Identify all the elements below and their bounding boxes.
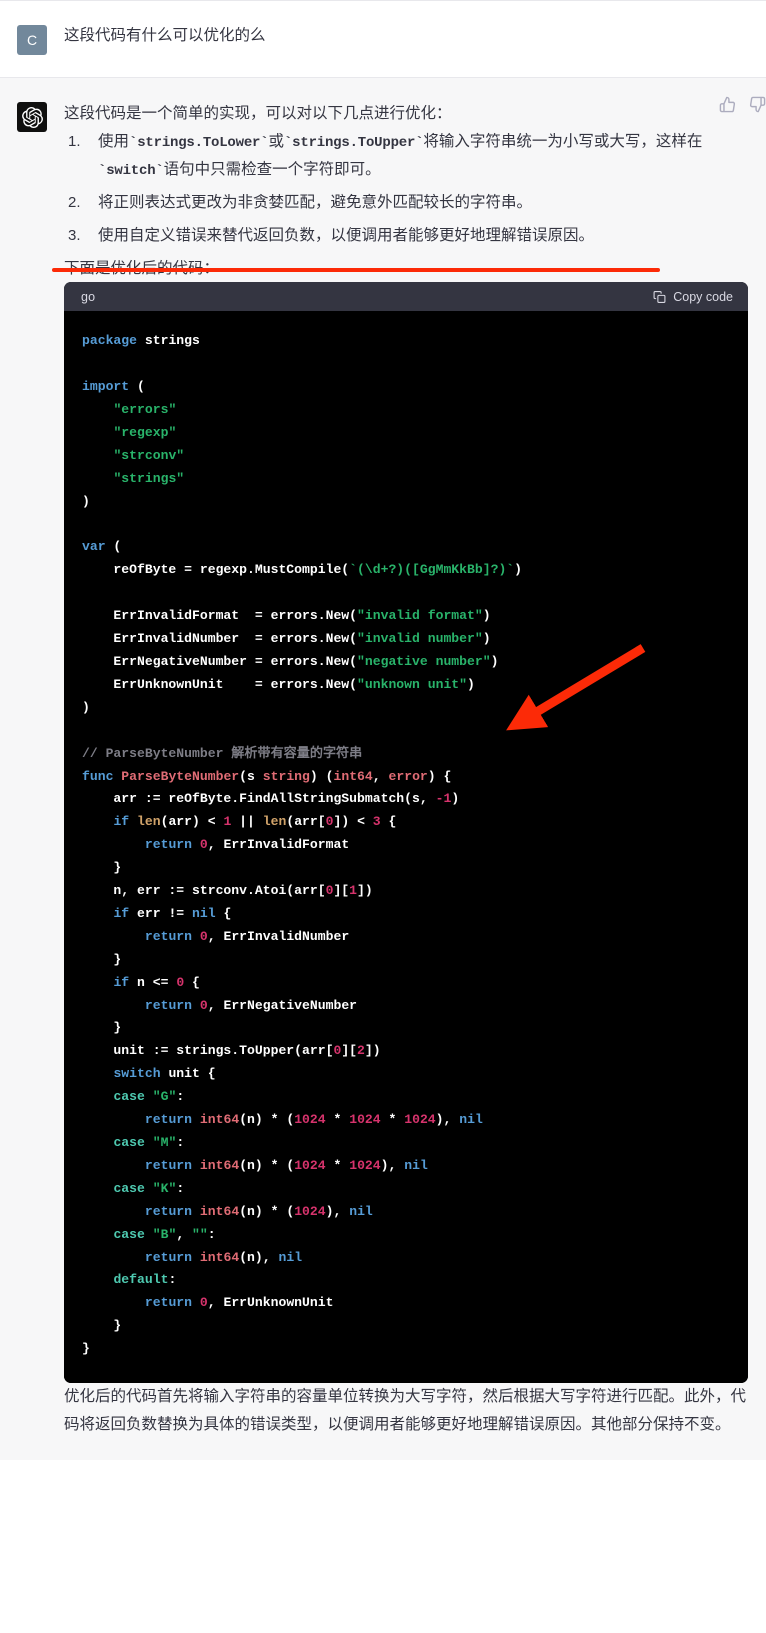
user-message-text: 这段代码有什么可以优化的么 bbox=[64, 27, 266, 44]
code-language-label: go bbox=[81, 289, 96, 304]
inline-code: `strings.ToLower` bbox=[129, 134, 269, 151]
user-avatar-container: C bbox=[0, 23, 64, 55]
list-item-text-3: 使用自定义错误来替代返回负数，以便调用者能够更好地理解错误原因。 bbox=[98, 227, 595, 245]
avatar: C bbox=[17, 25, 47, 55]
user-turn: C 这段代码有什么可以优化的么 bbox=[0, 0, 766, 77]
inline-code: `switch` bbox=[98, 163, 164, 180]
list-item: 使用`strings.ToLower`或`strings.ToUpper`将输入… bbox=[64, 128, 748, 186]
assistant-intro-paragraph: 这段代码是一个简单的实现，可以对以下几点进行优化： bbox=[64, 105, 452, 122]
code-block: go Copy code package strings import ( "e… bbox=[64, 282, 748, 1384]
code-lead-in-text: 下面是优化后的代码： bbox=[64, 259, 220, 277]
thumbs-down-icon[interactable] bbox=[749, 96, 766, 113]
inline-code: `strings.ToUpper` bbox=[283, 134, 424, 151]
code-content: package strings import ( "errors" "regex… bbox=[64, 311, 748, 1384]
list-item: 将正则表达式更改为非贪婪匹配，避免意外匹配较长的字符串。 bbox=[64, 189, 748, 218]
assistant-outro-paragraph: 优化后的代码首先将输入字符串的容量单位转换为大写字符，然后根据大写字符进行匹配。… bbox=[64, 1388, 747, 1433]
feedback-controls bbox=[719, 96, 766, 113]
copy-code-label: Copy code bbox=[673, 289, 733, 304]
assistant-turn: 这段代码是一个简单的实现，可以对以下几点进行优化： 使用`strings.ToL… bbox=[0, 77, 766, 1461]
thumbs-up-icon[interactable] bbox=[719, 96, 736, 113]
optimization-list: 使用`strings.ToLower`或`strings.ToUpper`将输入… bbox=[64, 128, 748, 251]
list-item: 使用自定义错误来替代返回负数，以便调用者能够更好地理解错误原因。 bbox=[64, 222, 748, 251]
assistant-message-content: 这段代码是一个简单的实现，可以对以下几点进行优化： 使用`strings.ToL… bbox=[64, 100, 766, 1438]
copy-code-button[interactable]: Copy code bbox=[653, 286, 733, 308]
list-item-text-2: 将正则表达式更改为非贪婪匹配，避免意外匹配较长的字符串。 bbox=[98, 194, 533, 212]
user-message-content: 这段代码有什么可以优化的么 bbox=[64, 23, 766, 49]
code-block-header: go Copy code bbox=[64, 282, 748, 312]
clipboard-icon bbox=[653, 290, 666, 304]
avatar-initial: C bbox=[26, 32, 38, 48]
assistant-avatar-container bbox=[0, 100, 64, 132]
list-item-text-1: 使用`strings.ToLower`或`strings.ToUpper`将输入… bbox=[98, 132, 703, 180]
avatar bbox=[17, 102, 47, 132]
openai-logo-icon bbox=[21, 106, 43, 128]
